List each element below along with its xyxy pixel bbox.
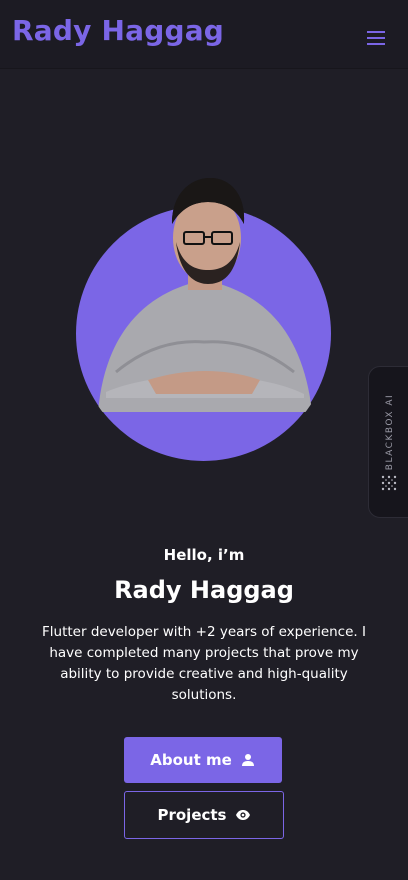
eye-icon bbox=[235, 810, 250, 820]
widget-label: BLACKBOX AI bbox=[385, 393, 395, 471]
about-me-button[interactable]: About me bbox=[124, 737, 282, 783]
blackbox-ai-widget[interactable]: BLACKBOX AI bbox=[368, 366, 408, 518]
hero-description: Flutter developer with +2 years of exper… bbox=[42, 624, 366, 703]
about-me-label: About me bbox=[150, 751, 232, 769]
portrait-photo bbox=[98, 178, 312, 412]
greeting-text: Hello, i’m bbox=[163, 546, 245, 564]
hero-name: Rady Haggag bbox=[114, 576, 294, 604]
hamburger-menu-icon[interactable] bbox=[362, 26, 390, 50]
app-bar: Rady Haggag bbox=[0, 0, 408, 68]
profile-portrait bbox=[76, 172, 332, 462]
projects-button[interactable]: Projects bbox=[124, 791, 284, 839]
brand-title[interactable]: Rady Haggag bbox=[12, 14, 224, 47]
projects-label: Projects bbox=[157, 806, 227, 824]
blackbox-dots-icon bbox=[381, 475, 397, 491]
person-icon bbox=[241, 754, 254, 766]
